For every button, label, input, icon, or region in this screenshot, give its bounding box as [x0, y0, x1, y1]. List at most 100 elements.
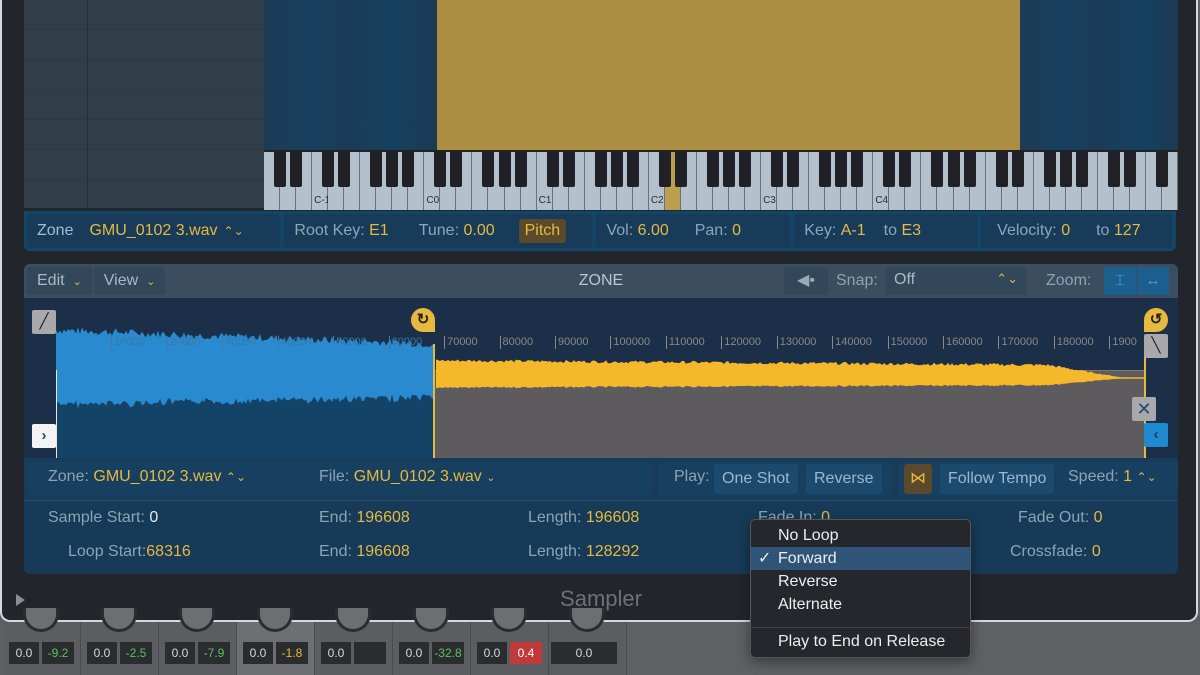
- speaker-icon[interactable]: ◀•: [784, 267, 828, 295]
- menu-item-alternate[interactable]: Alternate: [751, 593, 970, 616]
- black-key[interactable]: [995, 152, 1008, 187]
- black-key[interactable]: [1011, 152, 1024, 187]
- black-key[interactable]: [771, 152, 784, 187]
- velocity-from-value[interactable]: 0: [1061, 222, 1070, 240]
- volume-readout[interactable]: 0.0: [321, 642, 351, 664]
- black-key[interactable]: [546, 152, 559, 187]
- black-key[interactable]: [787, 152, 800, 187]
- black-key[interactable]: [562, 152, 575, 187]
- pan-knob[interactable]: [335, 608, 371, 632]
- black-key[interactable]: [674, 152, 687, 187]
- view-menu-button[interactable]: View ⌄: [93, 267, 166, 295]
- crossfade-handle-icon[interactable]: ✕: [1132, 397, 1156, 421]
- black-key[interactable]: [1155, 152, 1168, 187]
- menu-item-forward[interactable]: ✓ Forward: [751, 547, 970, 570]
- one-shot-button[interactable]: One Shot: [714, 464, 798, 494]
- bowtie-flex-icon[interactable]: ⋈: [904, 464, 932, 494]
- speed-selector[interactable]: Speed: 1 ⌃⌄: [1068, 468, 1157, 486]
- zone-selector-2[interactable]: Zone: GMU_0102 3.wav ⌃⌄: [48, 468, 246, 486]
- volume-readout[interactable]: 0.0: [477, 642, 507, 664]
- black-key[interactable]: [899, 152, 912, 187]
- fade-out-field[interactable]: Fade Out: 0: [1018, 509, 1103, 527]
- loop-end-handle-icon[interactable]: ↺: [1144, 308, 1168, 332]
- black-key[interactable]: [1075, 152, 1088, 187]
- pan-knob[interactable]: [491, 608, 527, 632]
- black-key[interactable]: [482, 152, 495, 187]
- black-key[interactable]: [274, 152, 287, 187]
- velocity-to-value[interactable]: 127: [1114, 222, 1141, 240]
- pan-knob[interactable]: [179, 608, 215, 632]
- fade-out-handle-icon[interactable]: ╲: [1144, 334, 1168, 358]
- piano-keyboard[interactable]: C-1 C0 C1 C2 C3 C4: [264, 150, 1178, 210]
- black-key[interactable]: [723, 152, 736, 187]
- pitch-button[interactable]: Pitch: [518, 219, 567, 243]
- black-key[interactable]: [626, 152, 639, 187]
- black-key[interactable]: [963, 152, 976, 187]
- vol-value[interactable]: 6.00: [638, 222, 669, 240]
- black-key[interactable]: [706, 152, 719, 187]
- file-selector[interactable]: File: GMU_0102 3.wav ⌄: [319, 468, 495, 486]
- waveform-display[interactable]: 10000 20000 30000 40000 50000 60000 70000 80000…: [24, 298, 1178, 458]
- black-key[interactable]: [1123, 152, 1136, 187]
- black-key[interactable]: [1059, 152, 1072, 187]
- black-key[interactable]: [514, 152, 527, 187]
- end-field[interactable]: End: 196608: [319, 509, 410, 527]
- black-key[interactable]: [739, 152, 752, 187]
- black-key[interactable]: [835, 152, 848, 187]
- sample-start-field[interactable]: Sample Start: 0: [48, 509, 158, 527]
- zone-region[interactable]: [437, 0, 1020, 150]
- black-key[interactable]: [819, 152, 832, 187]
- key-from-value[interactable]: A-1: [841, 222, 866, 240]
- zoom-vertical-icon[interactable]: ⌶: [1104, 267, 1136, 295]
- black-key[interactable]: [370, 152, 383, 187]
- volume-readout[interactable]: 0.0: [551, 642, 617, 664]
- zoom-horizontal-icon[interactable]: ↔: [1137, 267, 1169, 295]
- volume-readout[interactable]: 0.0: [243, 642, 273, 664]
- black-key[interactable]: [338, 152, 351, 187]
- pan-knob[interactable]: [23, 608, 59, 632]
- black-key[interactable]: [402, 152, 415, 187]
- loop-length-field[interactable]: Length: 128292: [528, 543, 639, 561]
- zone-selector[interactable]: Zone GMU_0102 3.wav ⌃⌄: [27, 214, 281, 248]
- pan-knob[interactable]: [413, 608, 449, 632]
- crossfade-field[interactable]: Crossfade: 0: [1010, 543, 1101, 561]
- edit-menu-button[interactable]: Edit ⌄: [27, 267, 92, 295]
- sample-start-handle-icon[interactable]: ›: [32, 424, 56, 448]
- loop-start-handle-icon[interactable]: ↻: [411, 308, 435, 332]
- length-field[interactable]: Length: 196608: [528, 509, 639, 527]
- root-key-value[interactable]: E1: [369, 222, 389, 240]
- black-key[interactable]: [1043, 152, 1056, 187]
- black-key[interactable]: [947, 152, 960, 187]
- pan-value[interactable]: 0: [732, 222, 741, 240]
- pan-knob[interactable]: [569, 608, 605, 632]
- pan-knob[interactable]: [101, 608, 137, 632]
- volume-readout[interactable]: 0.0: [87, 642, 117, 664]
- menu-item-no-loop[interactable]: No Loop: [751, 524, 970, 547]
- black-key[interactable]: [322, 152, 335, 187]
- volume-readout[interactable]: 0.0: [9, 642, 39, 664]
- menu-item-play-to-end[interactable]: Play to End on Release: [751, 630, 970, 653]
- black-key[interactable]: [594, 152, 607, 187]
- volume-readout[interactable]: 0.0: [165, 642, 195, 664]
- black-key[interactable]: [450, 152, 463, 187]
- volume-readout[interactable]: 0.0: [399, 642, 429, 664]
- sample-end-handle-icon[interactable]: ‹: [1144, 423, 1168, 447]
- reverse-button[interactable]: Reverse: [806, 464, 882, 494]
- fade-in-handle-icon[interactable]: ╱: [32, 310, 56, 334]
- black-key[interactable]: [883, 152, 896, 187]
- black-key[interactable]: [610, 152, 623, 187]
- menu-item-reverse[interactable]: Reverse: [751, 570, 970, 593]
- black-key[interactable]: [386, 152, 399, 187]
- key-to-value[interactable]: E3: [901, 222, 921, 240]
- pan-knob[interactable]: [257, 608, 293, 632]
- loop-start-field[interactable]: Loop Start:68316: [68, 543, 191, 561]
- loop-end-field[interactable]: End: 196608: [319, 543, 410, 561]
- black-key[interactable]: [931, 152, 944, 187]
- black-key[interactable]: [290, 152, 303, 187]
- black-key[interactable]: [1107, 152, 1120, 187]
- black-key[interactable]: [434, 152, 447, 187]
- tune-value[interactable]: 0.00: [463, 222, 494, 240]
- black-key[interactable]: [851, 152, 864, 187]
- follow-tempo-button[interactable]: Follow Tempo: [940, 464, 1055, 494]
- snap-select[interactable]: Off ⌃⌄: [886, 267, 1026, 295]
